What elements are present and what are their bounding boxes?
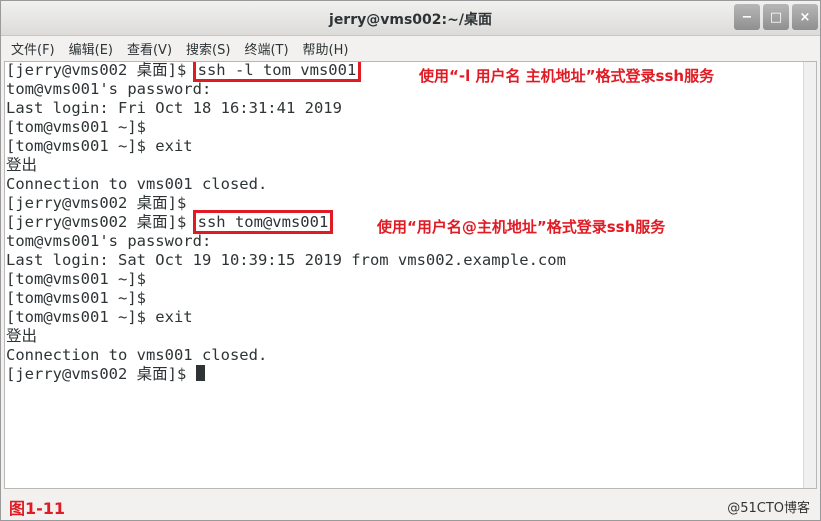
menu-bar: 文件(F) 编辑(E) 查看(V) 搜索(S) 终端(T) 帮助(H): [1, 36, 820, 60]
scrollbar[interactable]: [803, 62, 816, 488]
window-title: jerry@vms002:~/桌面: [329, 12, 492, 28]
terminal-text: Connection to vms001 closed.: [6, 346, 268, 364]
maximize-button[interactable]: □: [763, 4, 789, 30]
highlighted-command: ssh -l tom vms001: [192, 61, 362, 82]
figure-label: 图1-11: [9, 499, 66, 518]
terminal-window: jerry@vms002:~/桌面 − □ × 文件(F) 编辑(E) 查看(V…: [0, 0, 821, 521]
minimize-button[interactable]: −: [734, 4, 760, 30]
terminal-line: Last login: Sat Oct 19 10:39:15 2019 fro…: [6, 251, 566, 270]
terminal-text: [tom@vms001 ~]$ exit: [6, 308, 193, 326]
terminal-line: Last login: Fri Oct 18 16:31:41 2019: [6, 99, 566, 118]
title-bar[interactable]: jerry@vms002:~/桌面 − □ ×: [1, 1, 820, 36]
terminal-text: 登出: [6, 327, 38, 345]
terminal-text: Last login: Fri Oct 18 16:31:41 2019: [6, 99, 342, 117]
terminal-line: [tom@vms001 ~]$: [6, 289, 566, 308]
terminal-line: 登出: [6, 156, 566, 175]
menu-file[interactable]: 文件(F): [11, 39, 55, 58]
menu-terminal[interactable]: 终端(T): [244, 39, 288, 58]
highlighted-command: ssh tom@vms001: [192, 210, 334, 234]
terminal-text: Last login: Sat Oct 19 10:39:15 2019 fro…: [6, 251, 566, 269]
terminal-line: [tom@vms001 ~]$: [6, 270, 566, 289]
terminal-line: [tom@vms001 ~]$ exit: [6, 308, 566, 327]
terminal-text: [tom@vms001 ~]$: [6, 289, 146, 307]
window-controls: − □ ×: [734, 4, 818, 30]
terminal-text: tom@vms001's password:: [6, 232, 212, 250]
terminal-text: [tom@vms001 ~]$: [6, 118, 146, 136]
terminal-line: [jerry@vms002 桌面]$: [6, 365, 566, 384]
menu-view[interactable]: 查看(V): [127, 39, 172, 58]
terminal-text: Connection to vms001 closed.: [6, 175, 268, 193]
watermark: @51CTO博客: [727, 501, 810, 516]
annotation-second: 使用“用户名@主机地址”格式登录ssh服务: [377, 218, 666, 236]
terminal-line: [tom@vms001 ~]$ exit: [6, 137, 566, 156]
menu-edit[interactable]: 编辑(E): [69, 39, 113, 58]
terminal-line: Connection to vms001 closed.: [6, 175, 566, 194]
shell-prompt: [jerry@vms002 桌面]$: [6, 213, 196, 231]
terminal-line: Connection to vms001 closed.: [6, 346, 566, 365]
terminal-line: 登出: [6, 327, 566, 346]
terminal-line: [jerry@vms002 桌面]$: [6, 194, 566, 213]
shell-prompt: [jerry@vms002 桌面]$: [6, 365, 196, 383]
terminal-area[interactable]: [jerry@vms002 桌面]$ ssh -l tom vms001 tom@…: [4, 61, 817, 489]
terminal-text: [jerry@vms002 桌面]$: [6, 194, 187, 212]
menu-help[interactable]: 帮助(H): [303, 39, 349, 58]
menu-search[interactable]: 搜索(S): [186, 39, 230, 58]
close-button[interactable]: ×: [792, 4, 818, 30]
shell-prompt: [jerry@vms002 桌面]$: [6, 61, 196, 79]
text-cursor: [195, 365, 205, 381]
terminal-text: [tom@vms001 ~]$: [6, 270, 146, 288]
annotation-first: 使用“-l 用户名 主机地址”格式登录ssh服务: [419, 67, 715, 85]
terminal-text: tom@vms001's password:: [6, 80, 212, 98]
terminal-text: 登出: [6, 156, 38, 174]
terminal-text: [tom@vms001 ~]$ exit: [6, 137, 193, 155]
terminal-line: [tom@vms001 ~]$: [6, 118, 566, 137]
